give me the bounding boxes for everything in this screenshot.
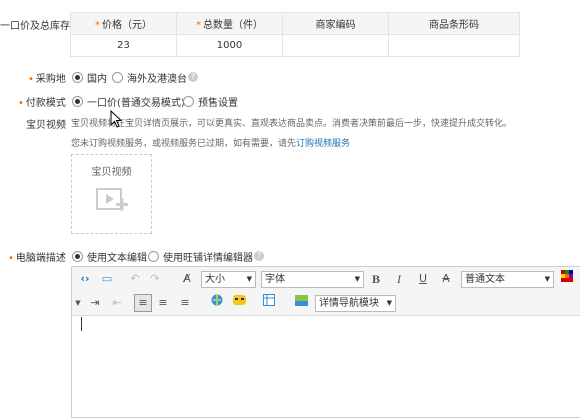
quantity-header: * 总数量（件） [176,12,283,35]
color-palette-icon[interactable] [560,270,574,288]
emoji-icon[interactable] [232,294,246,312]
align-left-icon[interactable]: ≡ [134,294,152,312]
redo-icon[interactable]: ↷ [148,270,162,288]
price-cell[interactable]: 23 [70,34,177,57]
video-upload-box[interactable]: 宝贝视频 [71,154,152,234]
radio-icon [72,72,83,83]
order-video-service-link[interactable]: 订购视频服务 [296,139,350,149]
strikethrough-button[interactable]: A [439,270,453,288]
video-upload-label: 宝贝视频 [91,167,132,178]
merchant-code-cell[interactable] [282,34,389,57]
mouse-pointer-icon [110,110,122,128]
video-service-notice: 您未订购视频服务，或视频服务已过期，如有需要，请先订购视频服务 [71,139,351,149]
outdent-icon[interactable]: ⇤ [110,294,124,312]
editor-toolbar-row2: ▼ ⇥ ⇤ ≡ ≡ ≡ 详情导航模块 ▼ [72,291,580,316]
video-label: 宝贝视频 [26,120,66,131]
radio-icon [112,72,123,83]
radio-icon [72,96,83,107]
payment-label: • 付款模式 [18,98,66,109]
font-family-select[interactable]: 字体 ▼ [261,271,364,288]
quantity-cell[interactable]: 1000 [176,34,283,57]
purchase-domestic-radio[interactable]: 国内 [72,70,107,85]
font-size-select[interactable]: 大小 ▼ [201,271,256,288]
purchase-overseas-radio[interactable]: 海外及港澳台 [112,70,187,85]
price-header: * 价格（元） [70,12,177,35]
link-icon[interactable] [210,294,224,312]
rich-text-editor: ‹› ▭ ↶ ↷ A̸ 大小 ▼ 字体 ▼ B I U A 普通文本 ▼ ▼ ⇥ ⇤ … [71,266,580,418]
barcode-cell[interactable] [388,34,520,57]
bold-button[interactable]: B [369,270,383,288]
video-add-icon [96,188,128,211]
price-stock-label: 一口价及总库存 [0,21,70,32]
purchase-label: • 采购地 [28,74,66,85]
pc-desc-help-icon[interactable]: ? [254,250,264,261]
price-stock-table: * 价格（元） * 总数量（件） 商家编码 商品条形码 23 1000 [70,12,520,57]
editor-content-area[interactable] [72,316,580,417]
radio-icon [72,251,83,262]
align-right-icon[interactable]: ≡ [178,294,192,312]
clear-format-icon[interactable]: A̸ [180,270,194,288]
editor-toolbar-row1: ‹› ▭ ↶ ↷ A̸ 大小 ▼ 字体 ▼ B I U A 普通文本 ▼ [72,267,580,291]
preview-icon[interactable]: ▭ [100,270,114,288]
video-description: 宝贝视频将在宝贝详情页展示，可以更真实、直观表达商品卖点。消费者决策前最后一步，… [71,119,513,129]
barcode-header: 商品条形码 [388,12,520,35]
payment-fixed-price-radio[interactable]: 一口价(普通交易模式) [72,94,185,109]
payment-presale-radio[interactable]: 预售设置 [183,94,238,109]
underline-button[interactable]: U [416,270,430,288]
italic-button[interactable]: I [392,270,406,288]
align-center-icon[interactable]: ≡ [156,294,170,312]
source-code-icon[interactable]: ‹› [78,270,92,288]
format-select[interactable]: 普通文本 ▼ [461,271,554,288]
radio-icon [183,96,194,107]
merchant-code-header: 商家编码 [282,12,389,35]
text-editor-radio[interactable]: 使用文本编辑 [72,249,147,264]
shop-editor-radio[interactable]: 使用旺铺详情编辑器 [148,249,253,264]
radio-icon [148,251,159,262]
image-icon[interactable] [294,294,308,312]
toolbar-dropdown-icon[interactable]: ▼ [74,294,82,312]
undo-icon[interactable]: ↶ [128,270,142,288]
purchase-help-icon[interactable]: ? [188,71,198,82]
nav-module-select[interactable]: 详情导航模块 ▼ [315,295,396,312]
table-icon[interactable] [262,294,276,312]
pc-desc-label: • 电脑端描述 [8,253,66,264]
indent-icon[interactable]: ⇥ [88,294,102,312]
